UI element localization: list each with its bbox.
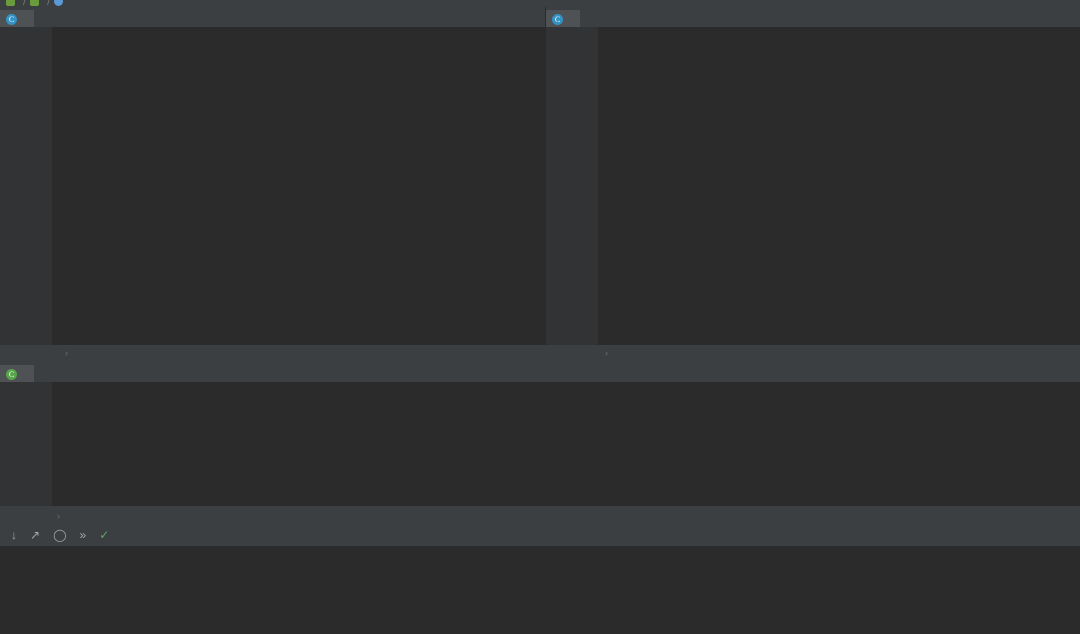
marker-bar-left[interactable]	[533, 27, 545, 345]
breadcrumb-separator: /	[23, 0, 27, 7]
run-toolbar: ↓ ↗ ◯ » ✓	[0, 524, 1080, 546]
tabstrip-left: C	[0, 7, 545, 30]
history-icon[interactable]: ◯	[53, 528, 66, 542]
ide-window: / / C › C › C › ↓ ↗ ◯ » ✓	[0, 0, 1080, 634]
gutter-right[interactable]	[546, 27, 598, 345]
crumb-separator: ›	[605, 347, 608, 358]
tabstrip-right: C	[546, 7, 1080, 30]
marker-bar-right[interactable]	[1068, 27, 1080, 345]
expand-icon[interactable]: ↗	[30, 528, 40, 542]
console-time-column	[0, 546, 82, 634]
tests-passed-check-icon: ✓	[99, 528, 110, 542]
run-panel: ↓ ↗ ◯ » ✓	[0, 524, 1080, 634]
crumb-separator: ›	[65, 347, 68, 358]
crumbbar-left: ›	[0, 345, 545, 360]
gutter-test[interactable]	[0, 382, 52, 506]
code-area-a[interactable]	[52, 27, 545, 345]
editor-b-java[interactable]	[546, 27, 1080, 345]
java-class-icon: C	[6, 14, 17, 25]
breadcrumb-separator: /	[47, 0, 51, 7]
java-test-icon: C	[6, 369, 17, 380]
editor-a-java[interactable]	[0, 27, 545, 345]
package-icon	[54, 0, 64, 6]
tabstrip-test: C	[0, 362, 1080, 385]
scroll-to-end-icon[interactable]: ↓	[11, 528, 17, 542]
crumbbar-right: ›	[546, 345, 1080, 360]
gutter-left[interactable]	[0, 27, 52, 345]
code-area-test[interactable]	[52, 382, 1080, 506]
crumb-separator: ›	[57, 510, 60, 521]
crumbbar-test: ›	[0, 508, 1080, 523]
code-area-b[interactable]	[598, 27, 1080, 345]
editor-test-java[interactable]	[0, 382, 1080, 506]
java-class-icon: C	[552, 14, 563, 25]
more-icon[interactable]: »	[80, 528, 87, 542]
folder-icon	[30, 0, 40, 6]
console-output[interactable]	[0, 546, 1080, 634]
console-lines	[84, 546, 1080, 634]
breadcrumb-top: / /	[0, 0, 1080, 7]
module-icon	[6, 0, 15, 6]
